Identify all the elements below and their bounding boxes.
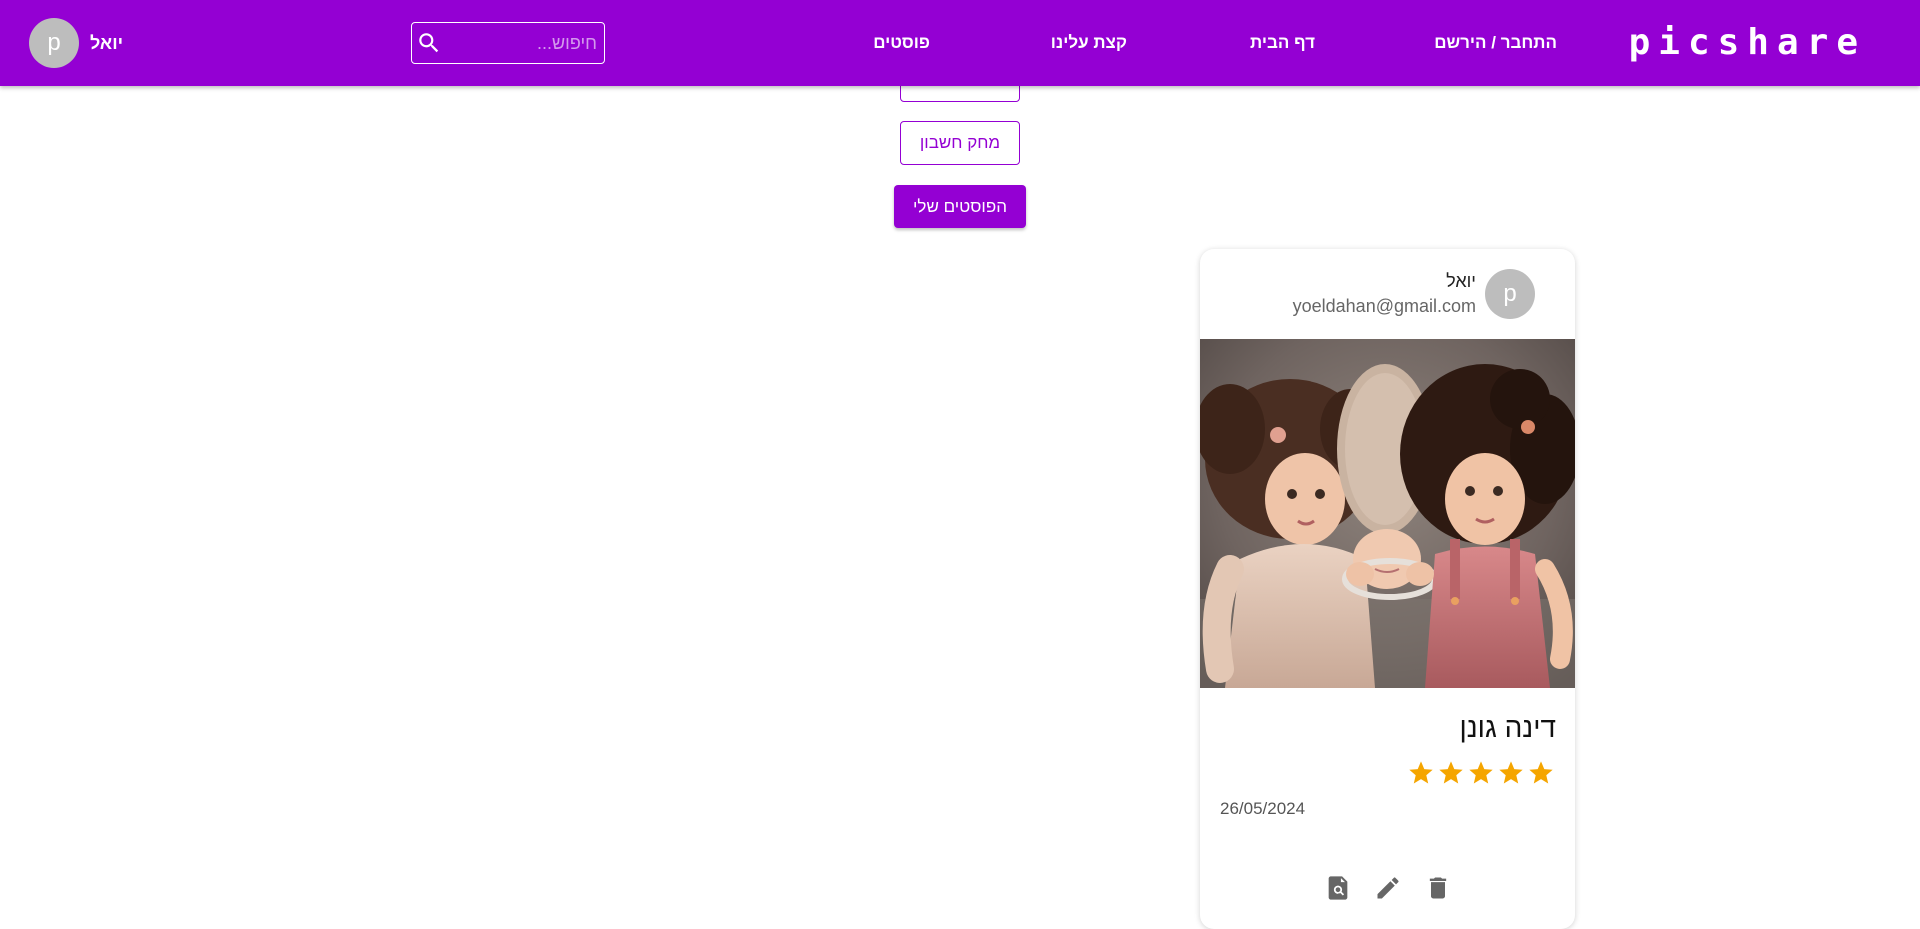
- user-menu[interactable]: p יואל: [29, 18, 123, 68]
- search-icon[interactable]: [416, 30, 442, 56]
- star-icon[interactable]: [1437, 759, 1465, 787]
- search-box: [411, 22, 605, 64]
- star-icon[interactable]: [1527, 759, 1555, 787]
- nav-about[interactable]: קצת עלינו: [1051, 32, 1127, 54]
- user-name: יואל: [90, 32, 124, 53]
- star-icon[interactable]: [1467, 759, 1495, 787]
- author-email: yoeldahan@gmail.com: [1292, 296, 1476, 316]
- delete-icon[interactable]: [1424, 874, 1452, 902]
- post-image[interactable]: [1200, 339, 1575, 688]
- rating-stars[interactable]: [1407, 759, 1555, 787]
- nav-home[interactable]: דף הבית: [1250, 32, 1315, 54]
- post-image-illustration: [1200, 339, 1575, 688]
- post-card: p יואל yoeldahan@gmail.com דינה גונן 26/…: [1200, 249, 1575, 929]
- nav-login-register[interactable]: התחבר / הירשם: [1434, 32, 1557, 54]
- view-icon[interactable]: [1324, 874, 1352, 902]
- search-input[interactable]: [444, 27, 599, 59]
- star-icon[interactable]: [1497, 759, 1525, 787]
- post-actions: [1324, 874, 1452, 902]
- edit-icon[interactable]: [1374, 874, 1402, 902]
- nav-posts[interactable]: פוסטים: [873, 32, 930, 54]
- avatar[interactable]: p: [29, 18, 79, 68]
- post-date: 26/05/2024: [1220, 799, 1306, 818]
- post-title: דינה גונן: [1459, 712, 1557, 743]
- star-icon[interactable]: [1407, 759, 1435, 787]
- app-bar: picshare התחבר / הירשם דף הבית קצת עלינו…: [0, 0, 1920, 86]
- author-name: יואל: [1446, 271, 1476, 291]
- my-posts-button[interactable]: הפוסטים שלי: [894, 185, 1026, 228]
- author-avatar: p: [1485, 269, 1535, 319]
- delete-account-button[interactable]: מחק חשבון: [900, 121, 1020, 165]
- brand-logo[interactable]: picshare: [1629, 20, 1866, 66]
